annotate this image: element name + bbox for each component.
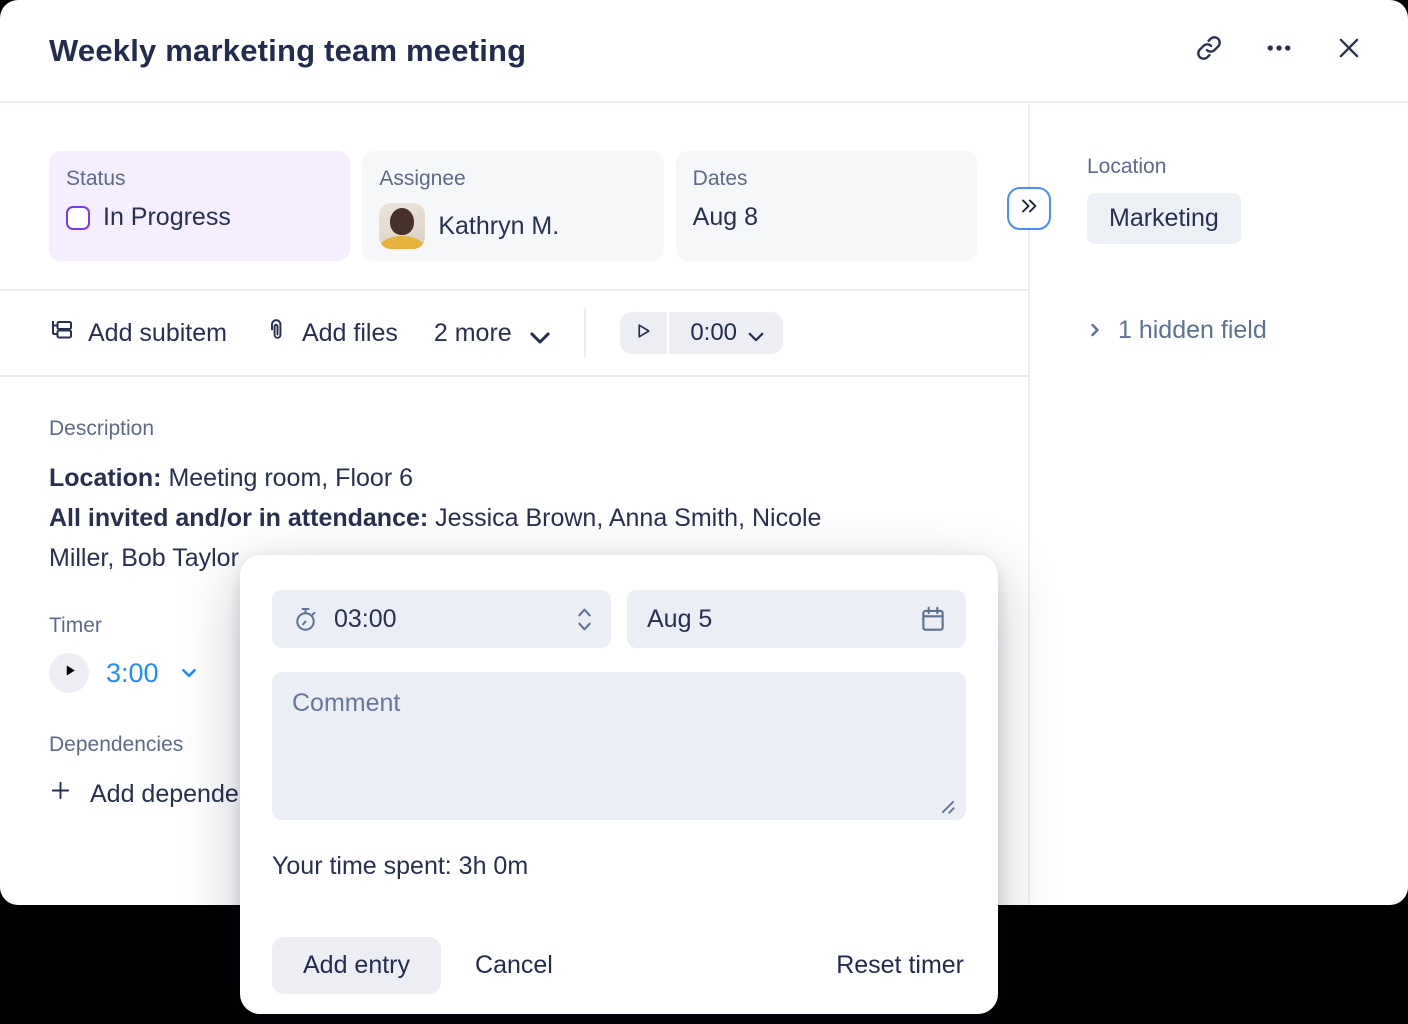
header-actions [1194,36,1364,66]
timer-start-button[interactable] [49,653,89,693]
description-label: Description [49,417,155,440]
toolbar: Add subitem Add files 2 more 0:00 [0,291,1028,375]
close-icon [1335,34,1363,67]
status-value: In Progress [103,203,231,231]
timer-value[interactable]: 3:00 [106,658,159,689]
dates-field[interactable]: Dates Aug 8 [675,151,977,261]
description-section: Description Location: Meeting room, Floo… [0,377,1028,578]
status-field[interactable]: Status In Progress [49,151,351,261]
add-files-label: Add files [301,318,398,347]
location-tag[interactable]: Marketing [1087,193,1241,244]
add-subitem-button[interactable]: Add subitem [49,317,227,350]
ellipsis-icon [1265,34,1293,67]
add-subitem-label: Add subitem [88,318,227,347]
dialog-actions: Add entry Cancel Reset timer [272,937,966,994]
date-input-value: Aug 5 [647,604,713,633]
time-entry-dialog: 03:00 Aug 5 Comment Your time spent: 3h … [240,555,998,1014]
details-sidebar: Location Marketing 1 hidden field [1030,103,1408,903]
stopwatch-icon [292,606,319,633]
status-label: Status [66,167,126,190]
double-chevron-right-icon [1018,195,1040,222]
hidden-fields-label: 1 hidden field [1118,316,1267,344]
description-line: All invited and/or in attendance: Jessic… [49,504,822,532]
plus-icon [49,779,72,809]
add-files-button[interactable]: Add files [263,317,398,350]
comment-input[interactable] [272,672,966,820]
timer-play-button[interactable] [619,312,667,354]
hidden-fields-toggle[interactable]: 1 hidden field [1087,316,1372,345]
task-header: Weekly marketing team meeting [0,0,1408,103]
chevron-right-icon [1087,316,1103,345]
reset-timer-button[interactable]: Reset timer [836,951,964,980]
play-icon [633,321,653,346]
time-input-value: 03:00 [334,604,397,633]
location-label: Location [1087,155,1167,178]
assignee-field[interactable]: Assignee Kathryn M. [362,151,664,261]
date-input[interactable]: Aug 5 [627,590,966,648]
assignee-value: Kathryn M. [438,211,560,240]
more-options-button[interactable] [1264,36,1294,66]
assignee-label: Assignee [379,167,466,190]
status-checkbox-icon[interactable] [66,205,90,230]
chevron-down-icon [746,326,764,341]
copy-link-button[interactable] [1194,36,1224,66]
task-title: Weekly marketing team meeting [49,32,527,68]
dates-label: Dates [692,167,748,190]
more-actions-label: 2 more [433,318,512,347]
time-spent-text: Your time spent: 3h 0m [272,852,529,880]
avatar [379,203,426,249]
toolbar-timer-value: 0:00 [690,319,738,346]
add-entry-button[interactable]: Add entry [272,937,442,994]
divider [583,308,586,358]
comment-field-wrap [272,672,966,825]
link-icon [1195,34,1223,67]
close-button[interactable] [1334,36,1364,66]
play-icon [61,663,78,683]
toolbar-timer: 0:00 [619,312,783,354]
timer-value-dropdown[interactable]: 0:00 [668,312,783,354]
dates-value: Aug 8 [692,203,758,231]
more-actions-dropdown[interactable]: 2 more [433,318,550,348]
cancel-button[interactable]: Cancel [475,951,553,980]
paperclip-icon [263,317,289,350]
field-cards-row: Status In Progress Assignee Kathryn M. D… [0,103,1028,261]
resize-handle-icon[interactable] [940,799,956,815]
time-input[interactable]: 03:00 [272,590,611,648]
stepper-icon[interactable] [576,605,593,634]
page-background: Weekly marketing team meeting Status In … [0,0,1408,1024]
chevron-down-icon [527,325,550,344]
collapse-sidebar-button[interactable] [1007,187,1051,230]
description-line: Location: Meeting room, Floor 6 [49,464,413,492]
chevron-down-icon[interactable] [180,664,198,682]
subitem-icon [49,317,75,350]
calendar-icon[interactable] [918,604,948,634]
